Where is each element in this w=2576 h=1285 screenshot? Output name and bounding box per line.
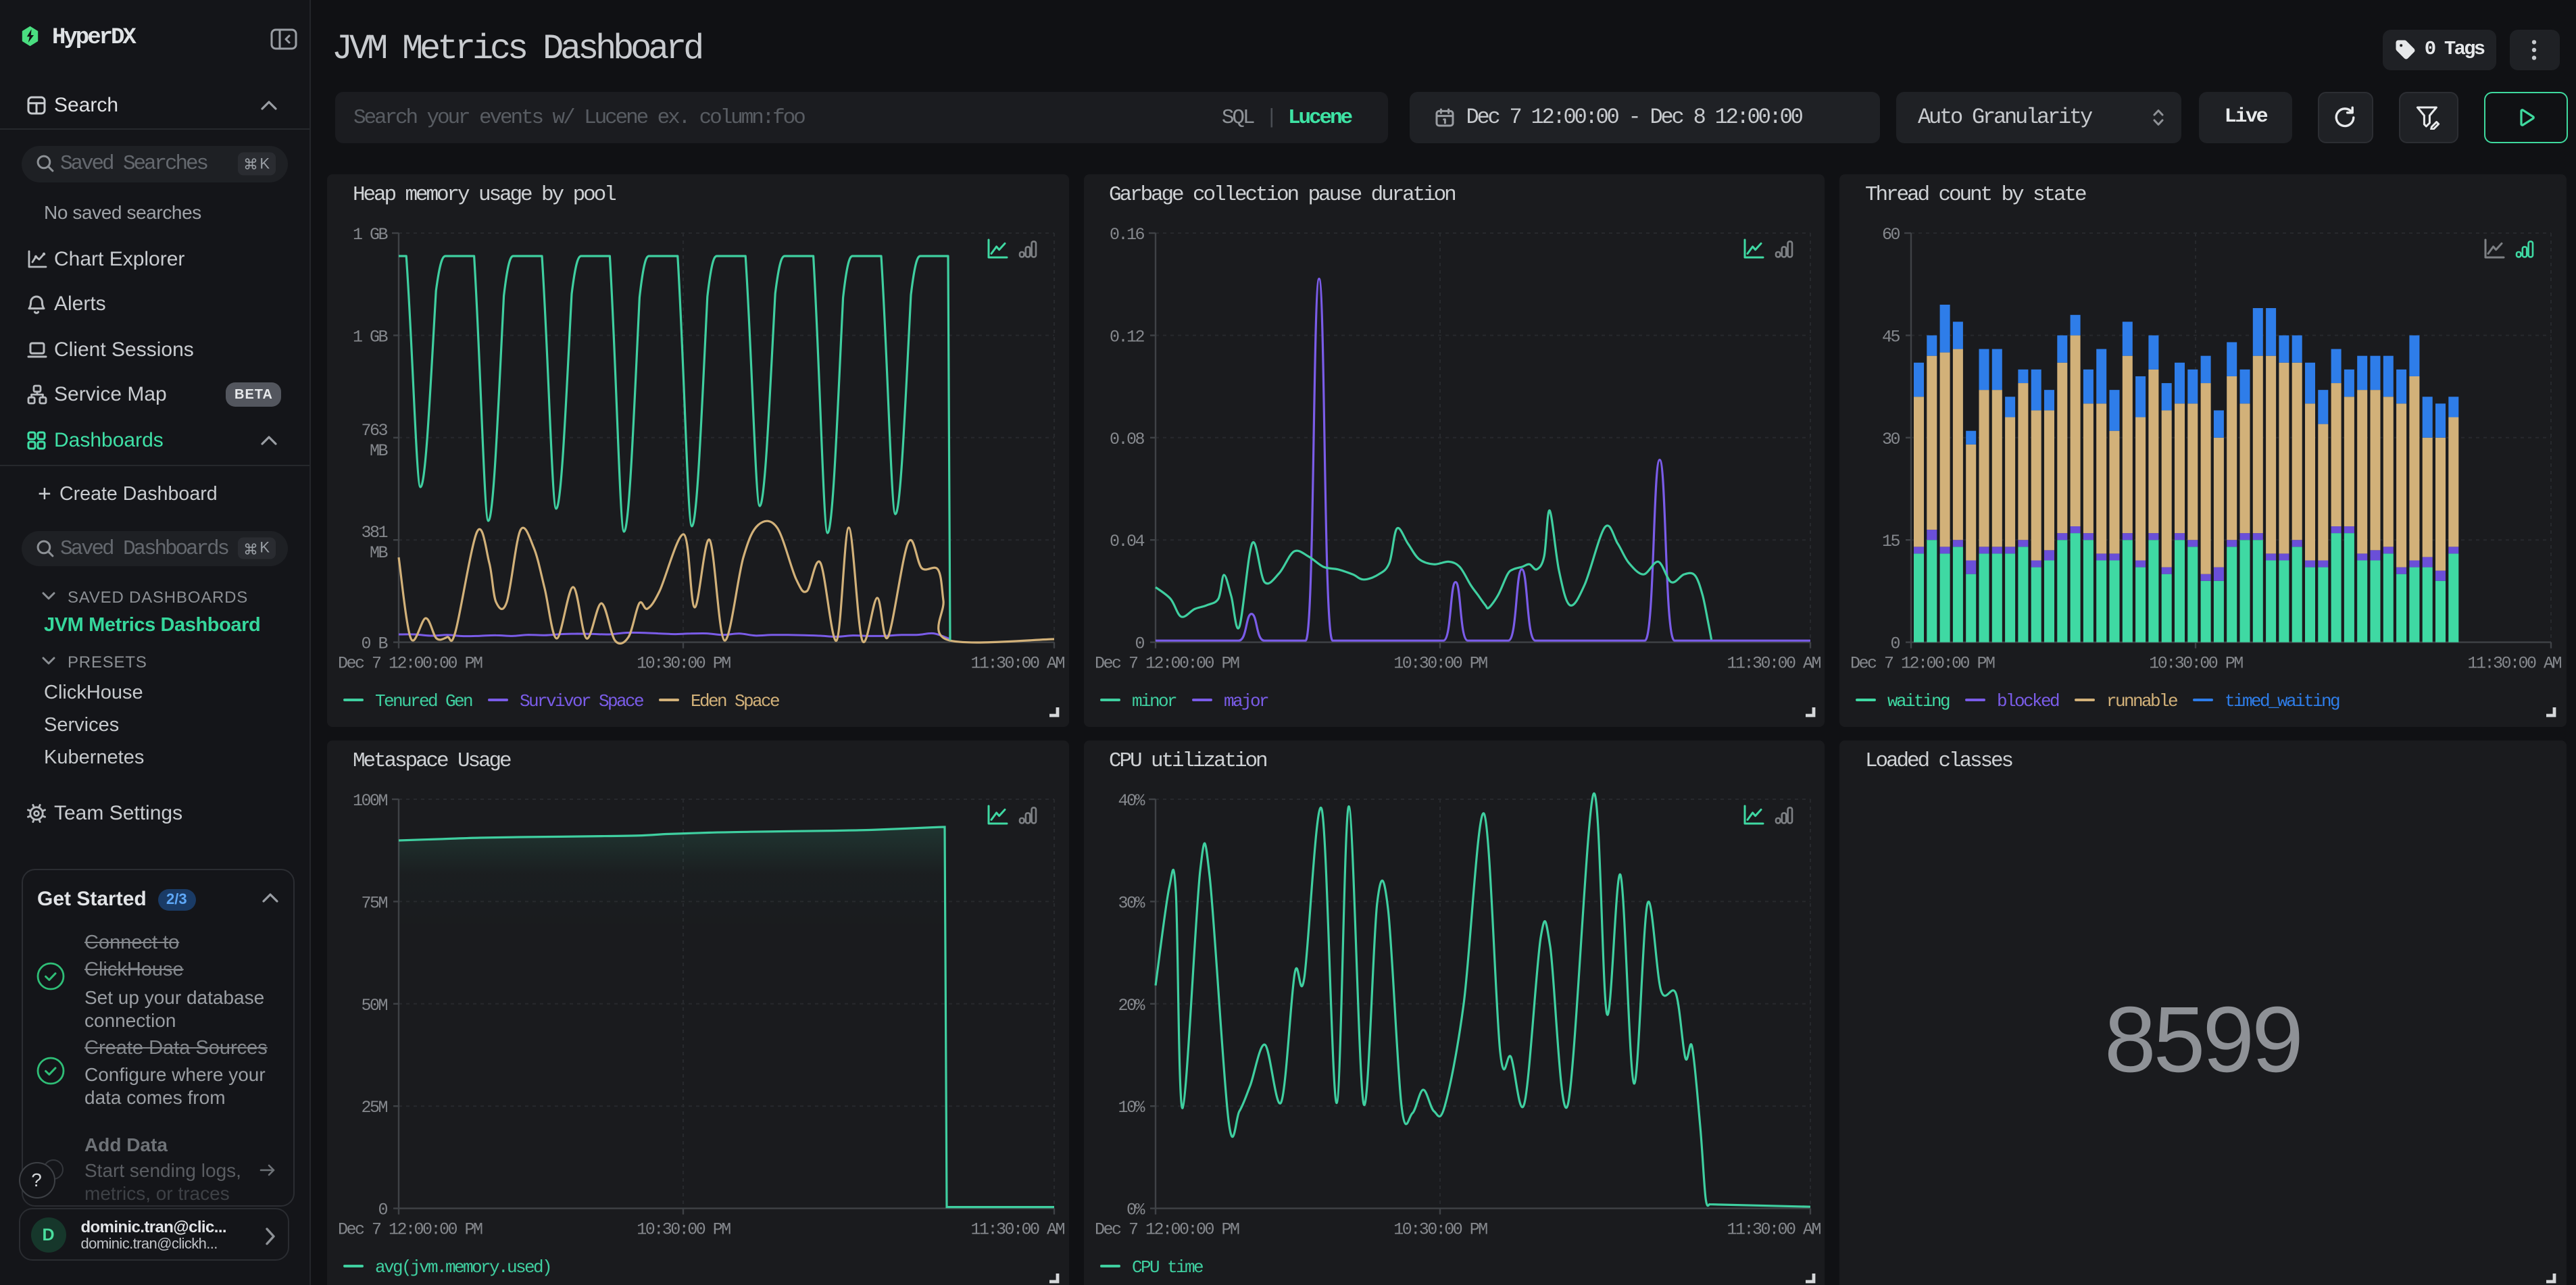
svg-text:11:30:00 AM: 11:30:00 AM <box>970 653 1064 673</box>
svg-text:0: 0 <box>1890 634 1900 653</box>
svg-text:Dec 7 12:00:00 PM: Dec 7 12:00:00 PM <box>1094 1220 1239 1240</box>
svg-text:CPU time: CPU time <box>1131 1257 1202 1278</box>
svg-text:1 GB: 1 GB <box>353 326 389 346</box>
svg-text:0: 0 <box>378 1201 387 1220</box>
svg-text:10:30:00 PM: 10:30:00 PM <box>1393 1220 1487 1240</box>
svg-text:Tenured Gen: Tenured Gen <box>375 690 472 711</box>
svg-text:25M: 25M <box>361 1098 387 1117</box>
svg-text:8599: 8599 <box>2104 988 2301 1092</box>
svg-text:10:30:00 PM: 10:30:00 PM <box>2149 653 2243 673</box>
svg-text:0%: 0% <box>1126 1201 1145 1220</box>
svg-text:0.16: 0.16 <box>1109 224 1144 244</box>
svg-text:MB: MB <box>370 440 389 460</box>
svg-text:Dec 7 12:00:00 PM: Dec 7 12:00:00 PM <box>338 653 482 673</box>
svg-text:75M: 75M <box>361 893 387 913</box>
svg-text:Dec 7 12:00:00 PM: Dec 7 12:00:00 PM <box>338 1220 482 1240</box>
svg-text:major: major <box>1223 690 1268 711</box>
svg-text:timed_waiting: timed_waiting <box>2225 690 2339 711</box>
svg-text:45: 45 <box>1882 326 1900 346</box>
svg-text:0: 0 <box>1134 634 1143 653</box>
svg-text:30: 30 <box>1882 429 1900 449</box>
svg-text:10:30:00 PM: 10:30:00 PM <box>1393 653 1487 673</box>
svg-text:10:30:00 PM: 10:30:00 PM <box>637 653 730 673</box>
svg-text:763: 763 <box>361 420 387 440</box>
svg-text:10:30:00 PM: 10:30:00 PM <box>637 1220 730 1240</box>
svg-text:0 B: 0 B <box>361 634 388 653</box>
svg-text:minor: minor <box>1131 690 1176 711</box>
svg-text:11:30:00 AM: 11:30:00 AM <box>1726 1220 1820 1240</box>
svg-text:runnable: runnable <box>2106 690 2177 711</box>
svg-text:40%: 40% <box>1117 791 1145 811</box>
svg-text:11:30:00 AM: 11:30:00 AM <box>2467 653 2561 673</box>
svg-text:60: 60 <box>1882 224 1900 244</box>
svg-text:100M: 100M <box>353 791 388 811</box>
svg-text:Survivor Space: Survivor Space <box>520 690 643 711</box>
svg-text:blocked: blocked <box>1997 690 2059 711</box>
svg-text:avg(jvm.memory.used): avg(jvm.memory.used) <box>375 1257 551 1278</box>
svg-text:10%: 10% <box>1117 1098 1145 1117</box>
svg-text:MB: MB <box>370 543 389 562</box>
svg-text:20%: 20% <box>1117 996 1145 1015</box>
svg-text:1 GB: 1 GB <box>353 224 389 244</box>
svg-text:waiting: waiting <box>1887 690 1950 711</box>
svg-text:Eden Space: Eden Space <box>691 690 779 711</box>
svg-text:0.04: 0.04 <box>1109 531 1144 551</box>
svg-text:0.08: 0.08 <box>1109 429 1144 449</box>
svg-text:381: 381 <box>361 522 387 542</box>
svg-text:Dec 7 12:00:00 PM: Dec 7 12:00:00 PM <box>1850 653 1995 673</box>
svg-text:11:30:00 AM: 11:30:00 AM <box>1726 653 1820 673</box>
svg-text:30%: 30% <box>1117 893 1145 913</box>
svg-text:11:30:00 AM: 11:30:00 AM <box>970 1220 1064 1240</box>
svg-text:Dec 7 12:00:00 PM: Dec 7 12:00:00 PM <box>1094 653 1239 673</box>
svg-text:50M: 50M <box>361 996 387 1015</box>
svg-text:0.12: 0.12 <box>1109 326 1144 346</box>
svg-text:15: 15 <box>1882 531 1900 551</box>
